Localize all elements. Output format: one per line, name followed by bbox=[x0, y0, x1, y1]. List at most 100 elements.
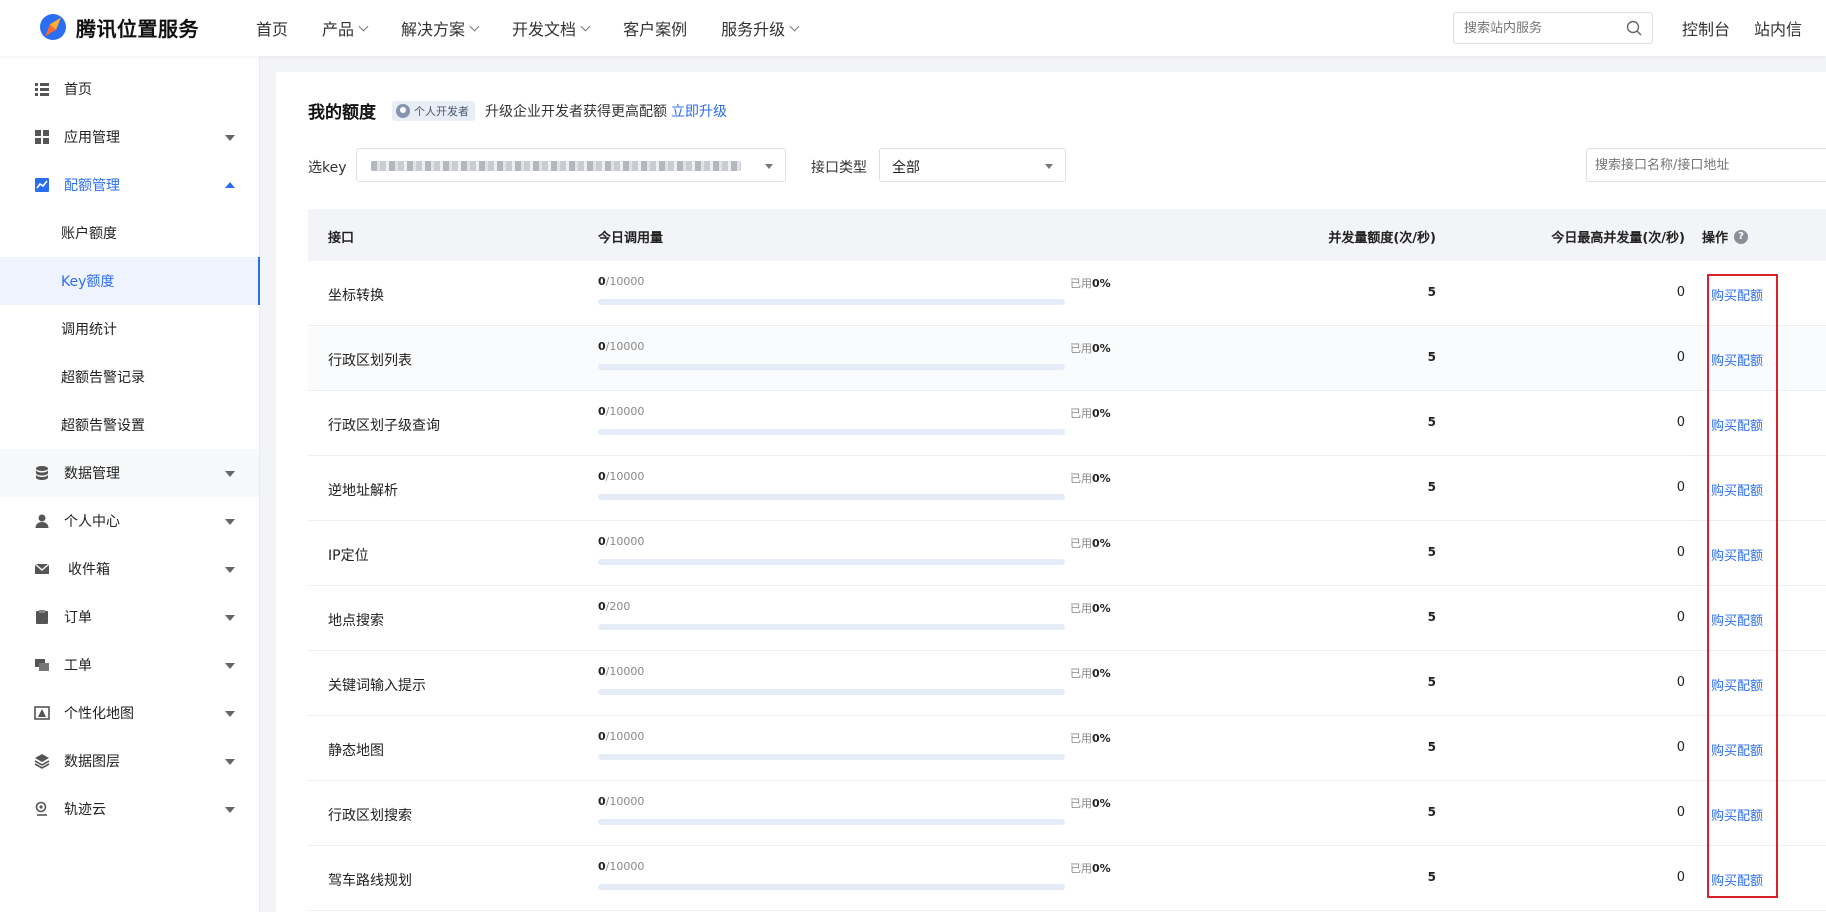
buy-quota-link[interactable]: 购买配额 bbox=[1711, 480, 1763, 499]
sidebar: 首页 应用管理 配额管理 账户额度 Key额度 调用统计 超额告警记录 超额告警… bbox=[0, 56, 260, 912]
concurrency-quota: 5 bbox=[1427, 610, 1436, 624]
nav-cases[interactable]: 客户案例 bbox=[623, 0, 687, 56]
usage-progress-bar bbox=[598, 364, 1065, 370]
usage-count: 0/10000 bbox=[598, 275, 644, 288]
used-label: 已用 bbox=[1070, 602, 1092, 615]
used-label: 已用 bbox=[1070, 797, 1092, 810]
usage-percent-value: 0% bbox=[1092, 537, 1111, 550]
nav-upgrade[interactable]: 服务升级 bbox=[721, 0, 800, 56]
sidebar-item-data-mgmt[interactable]: 数据管理 bbox=[0, 449, 259, 497]
usage-percent: 已用0% bbox=[1070, 535, 1111, 551]
usage-used: 0 bbox=[598, 340, 606, 353]
sidebar-subitem-alert-records[interactable]: 超额告警记录 bbox=[0, 353, 259, 401]
api-search-input[interactable] bbox=[1587, 149, 1817, 181]
caret-down-icon bbox=[225, 567, 235, 573]
api-name: 坐标转换 bbox=[328, 288, 384, 304]
search-icon[interactable] bbox=[1626, 20, 1642, 36]
mail-icon bbox=[34, 563, 50, 574]
nav-products[interactable]: 产品 bbox=[322, 0, 369, 56]
api-type-select[interactable]: 全部 bbox=[879, 148, 1066, 182]
table-row: IP定位 0/10000 已用0% 5 0 购买配额 bbox=[308, 521, 1826, 586]
nav-home[interactable]: 首页 bbox=[256, 0, 288, 56]
buy-quota-link[interactable]: 购买配额 bbox=[1711, 675, 1763, 694]
caret-down-icon bbox=[225, 663, 235, 669]
used-label: 已用 bbox=[1070, 407, 1092, 420]
usage-percent: 已用0% bbox=[1070, 795, 1111, 811]
sidebar-item-quota-mgmt[interactable]: 配额管理 bbox=[0, 161, 259, 209]
chevron-down-icon bbox=[789, 21, 800, 31]
max-concurrency: 0 bbox=[1676, 805, 1685, 820]
sidebar-item-orders[interactable]: 订单 bbox=[0, 593, 259, 641]
developer-badge-label: 个人开发者 bbox=[414, 104, 469, 118]
sidebar-item-label: 订单 bbox=[64, 610, 92, 626]
sidebar-item-label: 工单 bbox=[64, 658, 92, 674]
sidebar-item-label: 收件箱 bbox=[68, 562, 110, 578]
used-label: 已用 bbox=[1070, 667, 1092, 680]
nav-docs[interactable]: 开发文档 bbox=[512, 0, 591, 56]
sidebar-item-home[interactable]: 首页 bbox=[0, 65, 259, 113]
table-row: 坐标转换 0/10000 已用0% 5 0 购买配额 bbox=[308, 261, 1826, 326]
api-name: 驾车路线规划 bbox=[328, 873, 412, 889]
upgrade-link[interactable]: 立即升级 bbox=[671, 101, 727, 121]
usage-used: 0 bbox=[598, 275, 606, 288]
key-select[interactable] bbox=[356, 148, 786, 182]
sidebar-item-tickets[interactable]: 工单 bbox=[0, 641, 259, 689]
brand-name: 腾讯位置服务 bbox=[76, 16, 199, 41]
usage-percent: 已用0% bbox=[1070, 860, 1111, 876]
buy-quota-link[interactable]: 购买配额 bbox=[1711, 805, 1763, 824]
usage-used: 0 bbox=[598, 470, 606, 483]
col-api: 接口 bbox=[328, 231, 355, 246]
buy-quota-link[interactable]: 购买配额 bbox=[1711, 285, 1763, 304]
sidebar-item-label: 个性化地图 bbox=[64, 706, 134, 722]
upgrade-text: 升级企业开发者获得更高配额 bbox=[485, 103, 667, 120]
buy-quota-link[interactable]: 购买配额 bbox=[1711, 610, 1763, 629]
nav-solutions[interactable]: 解决方案 bbox=[401, 0, 480, 56]
usage-limit: /10000 bbox=[605, 340, 645, 353]
usage-percent: 已用0% bbox=[1070, 730, 1111, 746]
usage-progress-bar bbox=[598, 559, 1065, 565]
messages-link[interactable]: 站内信 bbox=[1754, 16, 1802, 40]
compass-logo-icon bbox=[40, 14, 66, 40]
caret-up-icon bbox=[225, 182, 235, 188]
usage-used: 0 bbox=[598, 600, 606, 613]
help-icon[interactable]: ? bbox=[1734, 229, 1749, 244]
console-link[interactable]: 控制台 bbox=[1682, 16, 1730, 40]
col-operation-label: 操作 bbox=[1702, 231, 1729, 246]
caret-down-icon bbox=[765, 164, 773, 169]
sidebar-item-personal[interactable]: 个人中心 bbox=[0, 497, 259, 545]
concurrency-quota: 5 bbox=[1427, 285, 1436, 299]
sidebar-subitem-key-quota[interactable]: Key额度 bbox=[0, 257, 260, 305]
site-search-input[interactable] bbox=[1454, 13, 1614, 43]
api-name: 关键词输入提示 bbox=[328, 678, 426, 694]
used-label: 已用 bbox=[1070, 862, 1092, 875]
sidebar-subitem-account-quota[interactable]: 账户额度 bbox=[0, 209, 259, 257]
usage-count: 0/10000 bbox=[598, 665, 644, 678]
api-name: 行政区划列表 bbox=[328, 353, 412, 369]
col-operation: 操作 ? bbox=[1702, 227, 1749, 246]
usage-count: 0/10000 bbox=[598, 470, 644, 483]
user-badge-icon bbox=[396, 103, 410, 118]
sidebar-item-trail-cloud[interactable]: 轨迹云 bbox=[0, 785, 259, 833]
table-row: 行政区划列表 0/10000 已用0% 5 0 购买配额 bbox=[308, 326, 1826, 391]
api-name: 行政区划子级查询 bbox=[328, 418, 440, 434]
usage-progress-bar bbox=[598, 299, 1065, 305]
buy-quota-link[interactable]: 购买配额 bbox=[1711, 740, 1763, 759]
filter-row: 选key 接口类型 全部 bbox=[308, 148, 1826, 184]
buy-quota-link[interactable]: 购买配额 bbox=[1711, 870, 1763, 889]
buy-quota-link[interactable]: 购买配额 bbox=[1711, 350, 1763, 369]
sidebar-item-app-mgmt[interactable]: 应用管理 bbox=[0, 113, 259, 161]
sidebar-item-data-layer[interactable]: 数据图层 bbox=[0, 737, 259, 785]
buy-quota-link[interactable]: 购买配额 bbox=[1711, 545, 1763, 564]
api-type-value: 全部 bbox=[892, 160, 920, 176]
usage-limit: /10000 bbox=[605, 665, 645, 678]
brand-logo[interactable]: 腾讯位置服务 bbox=[38, 12, 199, 42]
usage-limit: /10000 bbox=[605, 860, 645, 873]
site-search bbox=[1453, 12, 1653, 44]
sidebar-item-inbox[interactable]: 收件箱 bbox=[0, 545, 259, 593]
col-concurrency: 并发量额度(次/秒) bbox=[1328, 231, 1436, 246]
clipboard-icon bbox=[36, 610, 48, 624]
sidebar-subitem-call-stats[interactable]: 调用统计 bbox=[0, 305, 259, 353]
sidebar-item-custom-map[interactable]: 个性化地图 bbox=[0, 689, 259, 737]
buy-quota-link[interactable]: 购买配额 bbox=[1711, 415, 1763, 434]
sidebar-subitem-alert-settings[interactable]: 超额告警设置 bbox=[0, 401, 259, 449]
